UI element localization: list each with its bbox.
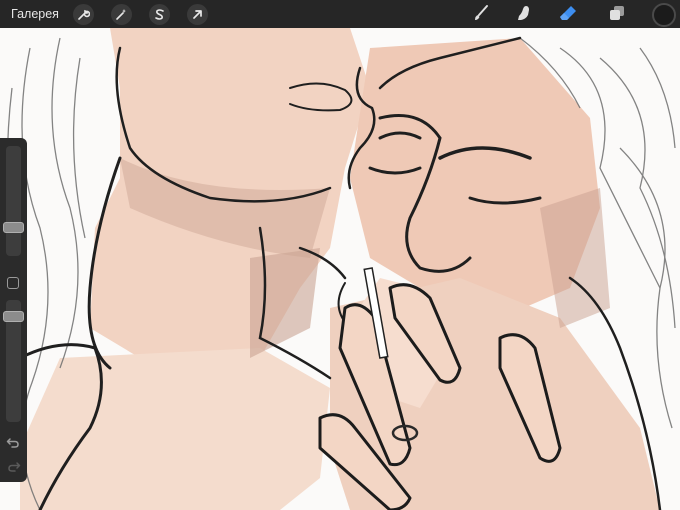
gallery-button[interactable]: Галерея	[11, 7, 63, 21]
modify-button[interactable]	[7, 277, 19, 289]
smudge-button[interactable]	[513, 4, 535, 26]
brush-icon	[472, 4, 490, 27]
actions-button[interactable]	[73, 4, 94, 25]
eraser-icon	[558, 4, 578, 27]
undo-icon	[6, 437, 21, 454]
opacity-thumb[interactable]	[3, 311, 24, 322]
color-picker-button[interactable]	[652, 3, 676, 27]
top-toolbar: Галерея	[0, 0, 680, 28]
drawing-canvas[interactable]	[0, 28, 680, 510]
eraser-button[interactable]	[557, 4, 579, 26]
transform-button[interactable]	[187, 4, 208, 25]
adjustments-button[interactable]	[111, 4, 132, 25]
brush-size-slider[interactable]	[6, 146, 21, 256]
arrow-cursor-icon	[191, 8, 204, 21]
magic-wand-icon	[115, 8, 128, 21]
wrench-icon	[77, 8, 90, 21]
left-sidebar	[0, 138, 27, 482]
layers-button[interactable]	[606, 4, 628, 26]
redo-icon	[6, 461, 21, 478]
brush-button[interactable]	[470, 4, 492, 26]
redo-button[interactable]	[6, 459, 21, 474]
brush-size-thumb[interactable]	[3, 222, 24, 233]
undo-button[interactable]	[6, 435, 21, 450]
selection-s-icon	[153, 8, 166, 21]
smudge-finger-icon	[515, 4, 533, 27]
selection-button[interactable]	[149, 4, 170, 25]
layers-icon	[608, 4, 626, 27]
